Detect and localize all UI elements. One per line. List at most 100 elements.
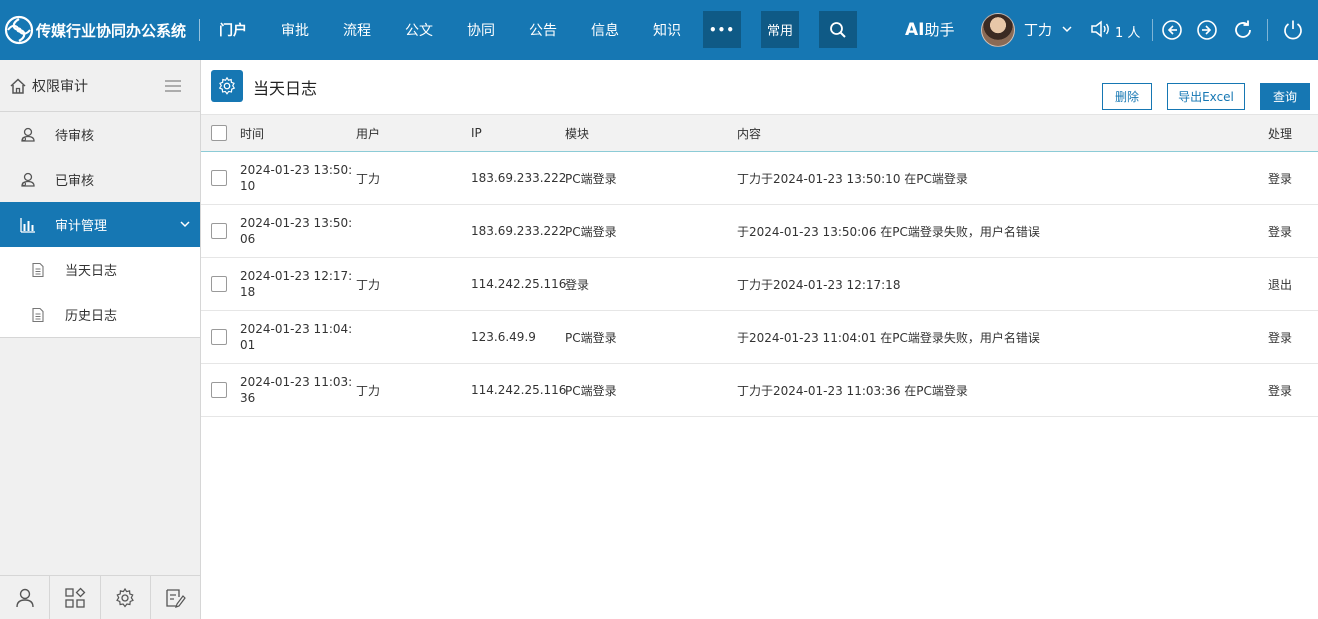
cell-module: PC端登录 <box>565 171 617 186</box>
toolbar-divider <box>1267 19 1268 41</box>
column-header-action[interactable]: 处理 <box>1268 115 1292 151</box>
column-header-module[interactable]: 模块 <box>565 115 589 151</box>
nav-item-workflow[interactable]: 流程 <box>326 20 388 40</box>
cell-time: 2024-01-23 11:03:36 <box>240 375 353 405</box>
sidebar-item-label: 当天日志 <box>65 264 118 279</box>
ai-label: 助手 <box>924 21 955 39</box>
nav-item-information[interactable]: 信息 <box>574 20 636 40</box>
nav-item-portal[interactable]: 门户 <box>202 20 264 40</box>
ai-assistant-button[interactable]: AI助手 <box>905 19 955 40</box>
row-checkbox[interactable] <box>211 276 227 292</box>
table-header: 时间 用户 IP 模块 内容 处理 <box>201 114 1318 152</box>
user-name[interactable]: 丁力 <box>1024 20 1052 40</box>
profile-button[interactable] <box>0 576 51 619</box>
refresh-icon[interactable] <box>1231 18 1255 42</box>
cell-user: 丁力 <box>356 383 381 398</box>
sidebar-item-today-log[interactable]: 当天日志 <box>0 247 200 292</box>
export-excel-button[interactable]: 导出Excel <box>1167 83 1245 110</box>
sidebar-item-label: 审计管理 <box>55 219 108 234</box>
cell-user: 丁力 <box>356 277 381 292</box>
common-menu-button[interactable]: 常用 <box>761 11 799 48</box>
sidebar-submenu: 当天日志 历史日志 <box>0 247 200 338</box>
back-icon[interactable] <box>1160 18 1184 42</box>
settings-icon <box>218 76 236 95</box>
cell-user: 丁力 <box>356 171 381 186</box>
toolbar-divider <box>1152 19 1153 41</box>
row-checkbox[interactable] <box>211 170 227 186</box>
cell-content: 于2024-01-23 13:50:06 在PC端登录失败，用户名错误 <box>737 224 1040 239</box>
delete-button[interactable]: 删除 <box>1102 83 1152 110</box>
nav-item-approval[interactable]: 审批 <box>264 20 326 40</box>
log-table: 时间 用户 IP 模块 内容 处理 2024-01-23 13:50:10 丁力… <box>201 114 1318 417</box>
row-checkbox[interactable] <box>211 223 227 239</box>
nav-item-collaboration[interactable]: 协同 <box>450 20 512 40</box>
table-row[interactable]: 2024-01-23 12:17:18 丁力 114.242.25.116 登录… <box>201 258 1318 311</box>
cell-ip: 183.69.233.222 <box>471 171 567 185</box>
cell-ip: 123.6.49.9 <box>471 330 536 344</box>
column-header-user[interactable]: 用户 <box>356 115 380 151</box>
cell-action: 登录 <box>1268 171 1293 186</box>
nav-item-documents[interactable]: 公文 <box>388 20 450 40</box>
table-row[interactable]: 2024-01-23 11:04:01 123.6.49.9 PC端登录 于20… <box>201 311 1318 364</box>
home-icon[interactable] <box>9 77 27 95</box>
cell-time: 2024-01-23 12:17:18 <box>240 269 353 299</box>
column-header-time[interactable]: 时间 <box>240 115 264 151</box>
cell-content: 丁力于2024-01-23 12:17:18 <box>737 277 901 292</box>
top-bar: 传媒行业协同办公系统 门户 审批 流程 公文 协同 公告 信息 知识 ••• 常… <box>0 0 1318 60</box>
page-title: 当天日志 <box>253 79 318 98</box>
row-checkbox[interactable] <box>211 382 227 398</box>
notes-button[interactable] <box>151 576 200 619</box>
nav-item-knowledge[interactable]: 知识 <box>636 20 698 40</box>
chevron-down-icon[interactable] <box>1061 23 1073 35</box>
sidebar-item-history-log[interactable]: 历史日志 <box>0 292 200 337</box>
logo-divider <box>199 19 200 41</box>
menu-toggle-icon[interactable] <box>164 79 182 93</box>
online-count[interactable]: 1 人 <box>1115 22 1140 41</box>
edit-note-icon <box>166 588 187 608</box>
column-header-ip[interactable]: IP <box>471 115 482 151</box>
chevron-down-icon <box>180 221 190 228</box>
app-logo[interactable]: 传媒行业协同办公系统 <box>4 15 186 45</box>
avatar[interactable] <box>981 13 1015 47</box>
cell-action: 登录 <box>1268 383 1293 398</box>
table-row[interactable]: 2024-01-23 13:50:06 183.69.233.222 PC端登录… <box>201 205 1318 258</box>
cell-ip: 114.242.25.116 <box>471 277 567 291</box>
document-icon <box>32 262 44 277</box>
speaker-icon[interactable] <box>1090 19 1112 39</box>
main-nav: 门户 审批 流程 公文 协同 公告 信息 知识 <box>202 0 698 60</box>
cell-module: 登录 <box>565 277 590 292</box>
search-icon <box>830 21 846 38</box>
sidebar-item-pending-review[interactable]: 待审核 <box>0 112 200 157</box>
search-button[interactable] <box>819 11 857 48</box>
select-all-checkbox[interactable] <box>211 125 227 141</box>
user-icon <box>15 588 34 607</box>
ai-prefix: AI <box>905 20 925 40</box>
more-dots-icon: ••• <box>708 22 735 37</box>
row-checkbox[interactable] <box>211 329 227 345</box>
sidebar-item-audit-management[interactable]: 审计管理 <box>0 202 200 247</box>
sidebar-header: 权限审计 <box>0 60 200 112</box>
cell-time: 2024-01-23 11:04:01 <box>240 322 353 352</box>
apps-button[interactable] <box>50 576 101 619</box>
sidebar-item-reviewed[interactable]: 已审核 <box>0 157 200 202</box>
bar-chart-icon <box>20 217 35 233</box>
query-button[interactable]: 查询 <box>1260 83 1310 110</box>
sidebar-title: 权限审计 <box>32 78 88 95</box>
sidebar: 权限审计 待审核 已审核 审计管理 当天日志 历史日志 <box>0 60 201 619</box>
document-icon <box>32 307 44 322</box>
apps-icon <box>65 587 86 608</box>
column-header-content[interactable]: 内容 <box>737 115 761 151</box>
app-title: 传媒行业协同办公系统 <box>36 21 187 40</box>
select-all-cell <box>211 115 227 151</box>
table-row[interactable]: 2024-01-23 13:50:10 丁力 183.69.233.222 PC… <box>201 152 1318 205</box>
settings-button[interactable] <box>101 576 151 619</box>
forward-icon[interactable] <box>1195 18 1219 42</box>
cell-content: 丁力于2024-01-23 11:03:36 在PC端登录 <box>737 383 968 398</box>
main-content: 当天日志 删除 导出Excel 查询 时间 用户 IP 模块 内容 处理 202… <box>201 60 1318 619</box>
more-menu-button[interactable]: ••• <box>703 11 741 48</box>
cell-action: 退出 <box>1268 277 1293 292</box>
cell-content: 丁力于2024-01-23 13:50:10 在PC端登录 <box>737 171 968 186</box>
table-row[interactable]: 2024-01-23 11:03:36 丁力 114.242.25.116 PC… <box>201 364 1318 417</box>
nav-item-announcements[interactable]: 公告 <box>512 20 574 40</box>
power-icon[interactable] <box>1281 18 1305 42</box>
